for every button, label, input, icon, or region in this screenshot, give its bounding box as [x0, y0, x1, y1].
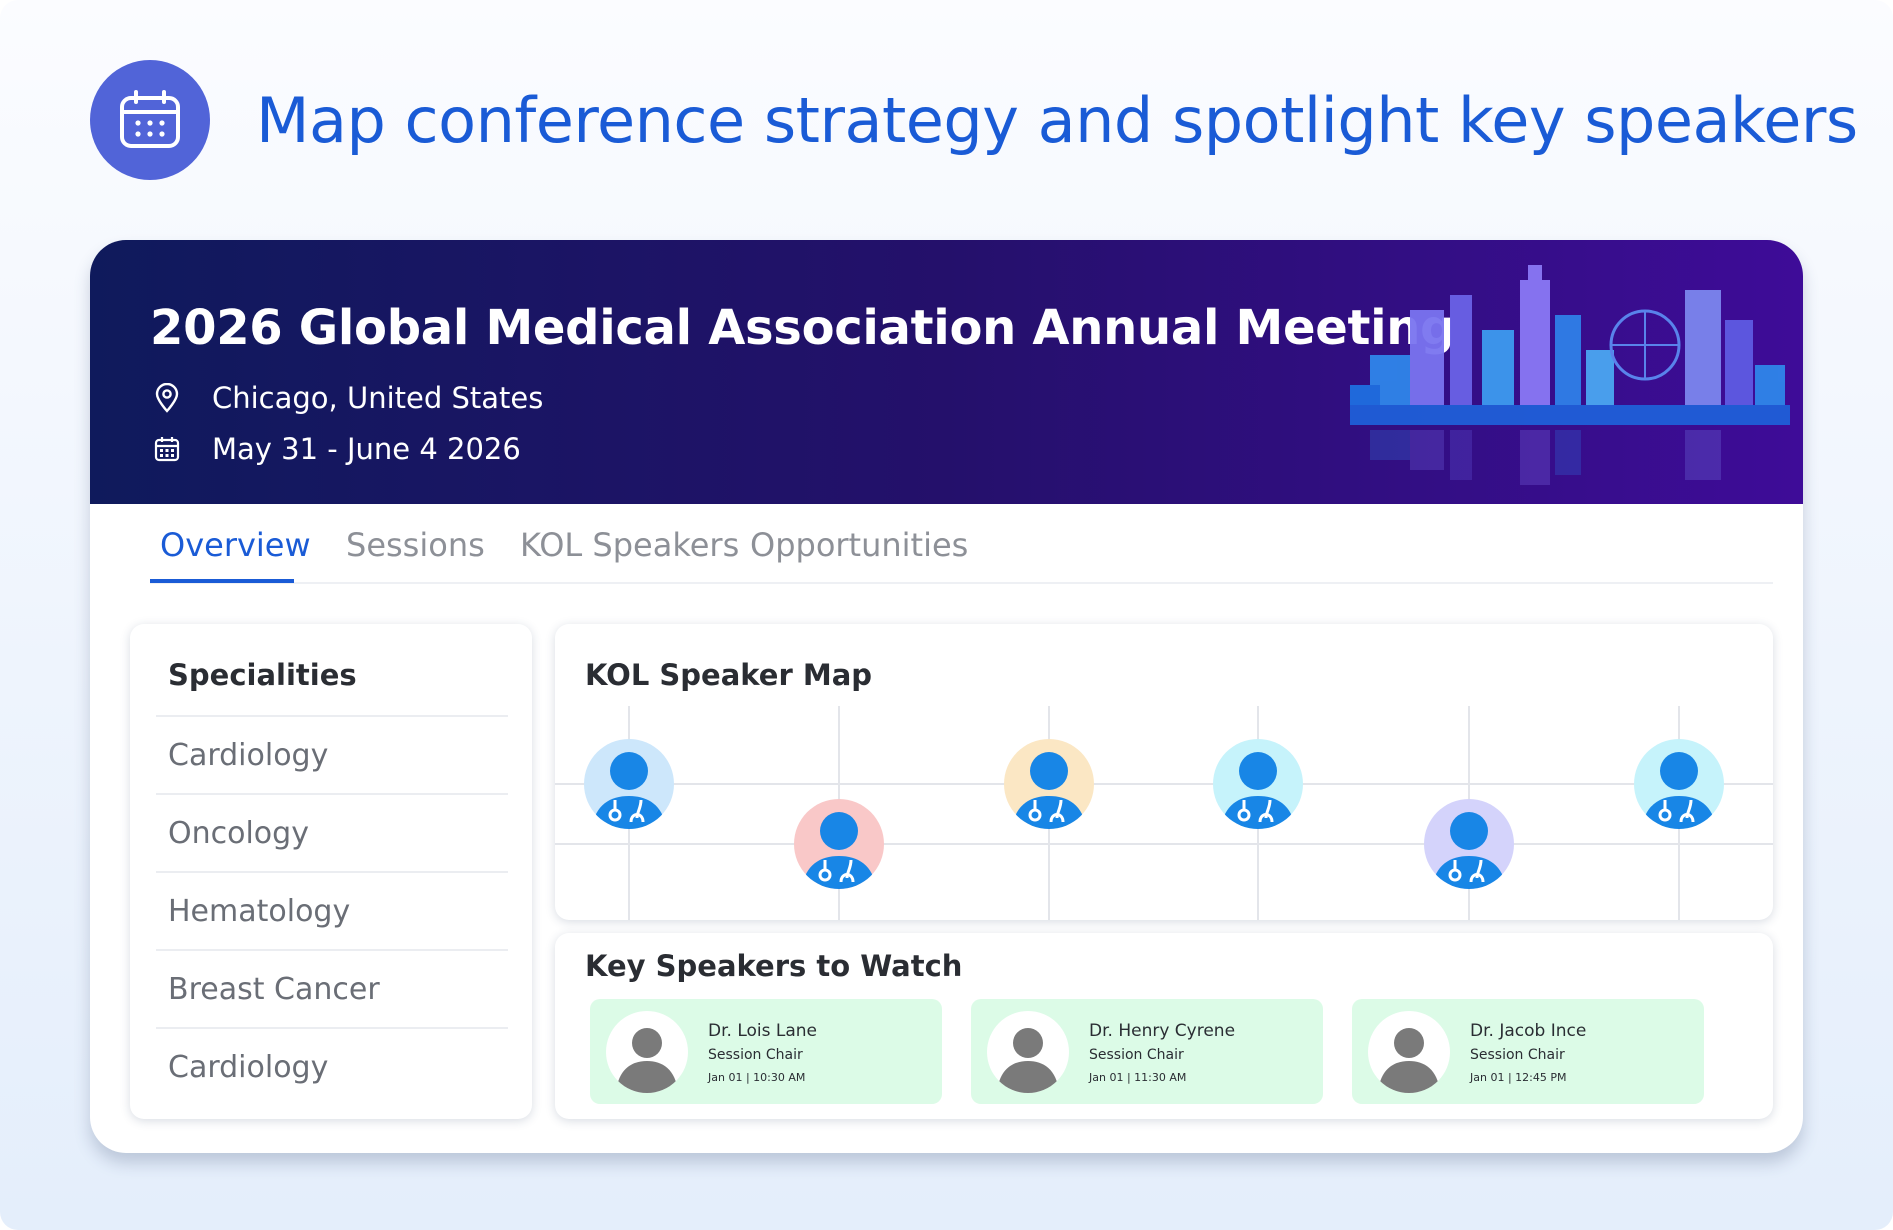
event-banner: 2026 Global Medical Association Annual M… [90, 240, 1803, 504]
tab-kol-speakers[interactable]: KOL Speakers [520, 526, 739, 564]
avatar [1368, 1011, 1450, 1093]
speciality-item[interactable]: Hematology [156, 871, 508, 949]
speaker-time: Jan 01 | 10:30 AM [708, 1071, 806, 1084]
event-location: Chicago, United States [152, 381, 543, 415]
speciality-item[interactable]: Cardiology [156, 1027, 508, 1105]
speaker-name: Dr. Lois Lane [708, 1021, 818, 1041]
speaker-card[interactable]: Dr. Jacob Ince Session Chair Jan 01 | 12… [1352, 999, 1704, 1104]
speciality-item[interactable]: Oncology [156, 793, 508, 871]
tab-overview[interactable]: Overview [160, 526, 311, 564]
kol-speaker-marker[interactable] [584, 739, 674, 834]
avatar [606, 1011, 688, 1093]
calendar-icon [90, 60, 210, 180]
speciality-item[interactable]: Breast Cancer [156, 949, 508, 1027]
tab-bar: Overview Sessions KOL Speakers Opportuni… [150, 504, 1773, 584]
speciality-item[interactable]: Cardiology [156, 715, 508, 793]
event-dates: May 31 - June 4 2026 [152, 432, 521, 466]
kol-speaker-marker[interactable] [1213, 739, 1303, 834]
speaker-time: Jan 01 | 12:45 PM [1470, 1071, 1567, 1084]
kol-speaker-map-panel: KOL Speaker Map [555, 624, 1773, 920]
avatar [987, 1011, 1069, 1093]
specialities-panel: Specialities Cardiology Oncology Hematol… [130, 624, 532, 1119]
specialities-heading: Specialities [168, 658, 357, 692]
kol-speaker-map [555, 706, 1773, 920]
city-skyline-illustration [1350, 265, 1790, 485]
key-speakers-title: Key Speakers to Watch [585, 949, 963, 983]
event-dates-text: May 31 - June 4 2026 [212, 432, 521, 466]
kol-speaker-marker[interactable] [1634, 739, 1724, 834]
event-location-text: Chicago, United States [212, 381, 544, 415]
kol-speaker-marker[interactable] [1004, 739, 1094, 834]
speaker-card[interactable]: Dr. Lois Lane Session Chair Jan 01 | 10:… [590, 999, 942, 1104]
speaker-role: Session Chair [1470, 1047, 1565, 1063]
page-title: Map conference strategy and spotlight ke… [256, 84, 1858, 157]
tab-opportunities[interactable]: Opportunities [750, 526, 968, 564]
tab-sessions[interactable]: Sessions [346, 526, 485, 564]
speaker-name: Dr. Henry Cyrene [1089, 1021, 1236, 1041]
speaker-time: Jan 01 | 11:30 AM [1089, 1071, 1187, 1084]
kol-speaker-marker[interactable] [794, 799, 884, 894]
event-title: 2026 Global Medical Association Annual M… [150, 300, 1455, 356]
location-pin-icon [152, 383, 182, 413]
speaker-role: Session Chair [1089, 1047, 1184, 1063]
active-tab-indicator [150, 579, 294, 583]
event-card: 2026 Global Medical Association Annual M… [90, 240, 1803, 1153]
speaker-card[interactable]: Dr. Henry Cyrene Session Chair Jan 01 | … [971, 999, 1323, 1104]
key-speakers-panel: Key Speakers to Watch Dr. Lois Lane Sess… [555, 933, 1773, 1119]
speaker-role: Session Chair [708, 1047, 803, 1063]
calendar-small-icon [152, 434, 182, 464]
kol-speaker-marker[interactable] [1424, 799, 1514, 894]
speaker-name: Dr. Jacob Ince [1470, 1021, 1587, 1041]
